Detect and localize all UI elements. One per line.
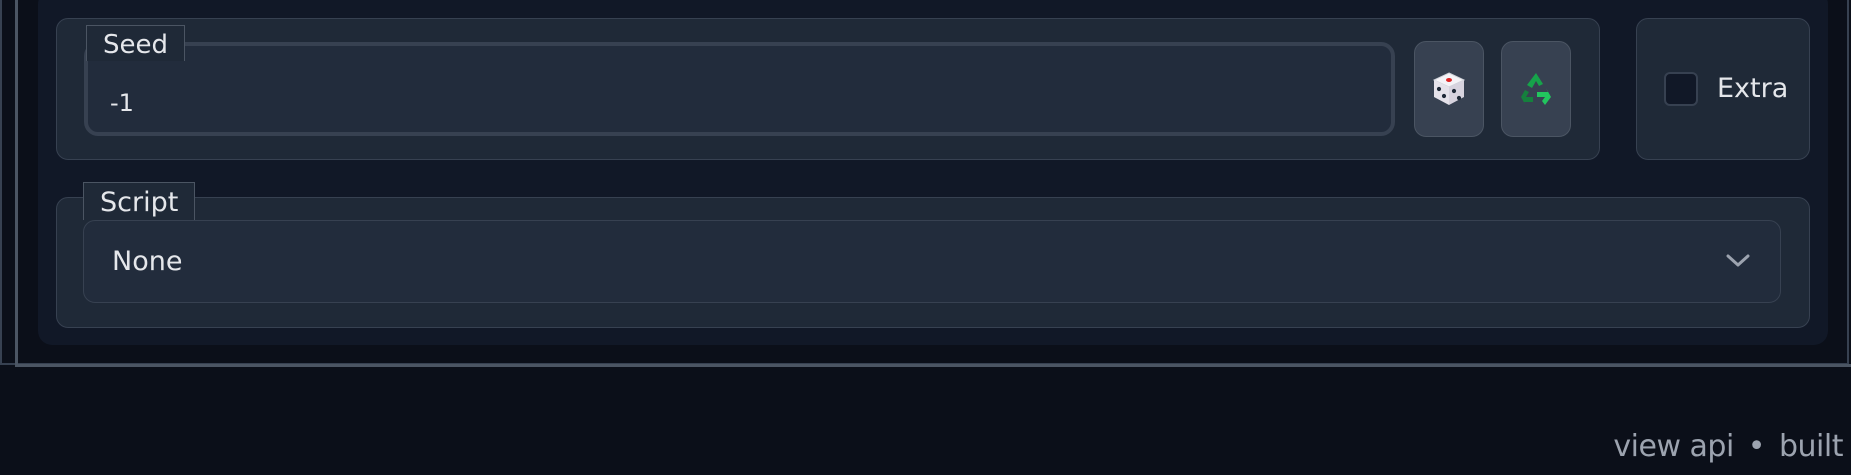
footer-separator: • [1747,429,1766,464]
seed-label: Seed [86,25,185,61]
extra-checkbox[interactable] [1664,72,1698,106]
extra-label[interactable]: Extra [1717,71,1788,107]
random-seed-button[interactable] [1414,41,1484,137]
view-api-link[interactable]: view api [1613,429,1734,464]
dice-icon [1432,72,1466,105]
footer-links: view api • built [1613,427,1843,467]
script-label: Script [83,182,196,220]
chevron-down-icon[interactable] [1724,249,1752,271]
seed-input[interactable] [84,42,1395,136]
script-dropdown[interactable] [83,220,1781,303]
recycle-icon [1521,73,1551,106]
reuse-seed-button[interactable] [1501,41,1571,137]
script-selected-value[interactable]: None [112,245,182,279]
built-link[interactable]: built [1779,429,1844,464]
